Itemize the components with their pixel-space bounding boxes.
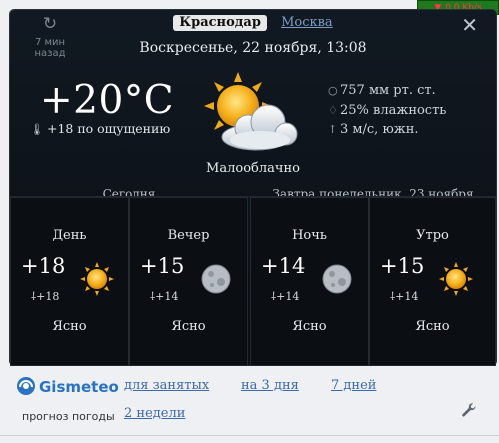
forecast-temp: +14 [261, 254, 306, 278]
link-3-days[interactable]: на 3 дня [241, 378, 299, 393]
gismeteo-widget: ▼ 0,0 Kb/s ↻ 7 мин назад Краснодар Москв… [0, 0, 499, 443]
forecast-period: Вечер [167, 228, 210, 243]
city-selector: Краснодар Москва [10, 15, 496, 31]
close-icon[interactable]: ✕ [461, 13, 478, 37]
logo-subtitle: прогноз погоды [22, 410, 115, 423]
forecast-grid: День +18 ⸸+18 Ясно Вечер +15 ⸸+14 Ясно Н… [10, 196, 496, 366]
forecast-feels: ⸸+14 [390, 290, 419, 303]
sun-icon [439, 262, 473, 296]
feels-like: 🌡 +18 по ощущению [30, 121, 171, 136]
humidity-row: ♢ 25% влажность [328, 101, 446, 121]
link-for-busy[interactable]: для занятых [124, 378, 209, 393]
forecast-feels: ⸸+14 [150, 290, 179, 303]
forecast-feels: ⸸+14 [271, 290, 300, 303]
footer: Gismeteo прогноз погоды для занятых на 3… [0, 365, 499, 443]
city-active-tab[interactable]: Краснодар [173, 15, 267, 31]
moon-icon [322, 264, 352, 294]
forecast-temp: +15 [140, 254, 185, 278]
link-2-weeks[interactable]: 2 недели [124, 406, 185, 421]
partly-cloudy-icon [204, 72, 298, 151]
pressure-row: ○ 757 мм рт. ст. [328, 81, 446, 101]
link-7-days[interactable]: 7 дней [331, 378, 376, 393]
current-condition: Малооблачно [206, 161, 300, 176]
current-datetime: Воскресенье, 22 ноября, 13:08 [139, 40, 367, 56]
humidity-icon: ♢ [328, 103, 338, 117]
moon-icon [201, 264, 231, 294]
forecast-state: Ясно [415, 319, 450, 334]
forecast-temp: +15 [380, 254, 425, 278]
forecast-temp: +18 [21, 254, 66, 278]
wrench-icon[interactable] [461, 402, 477, 418]
forecast-cell-night: Ночь +14 ⸸+14 Ясно [250, 197, 369, 366]
sun-icon [80, 262, 114, 296]
current-temperature: +20°C [40, 78, 175, 123]
wind-row: ↑ 3 м/с, южн. [328, 120, 446, 140]
forecast-state: Ясно [52, 319, 87, 334]
forecast-state: Ясно [171, 319, 206, 334]
bottom-divider [0, 435, 499, 436]
svg-text:Gismeteo: Gismeteo [39, 378, 119, 396]
forecast-feels: ⸸+18 [31, 290, 60, 303]
current-stats: ○ 757 мм рт. ст. ♢ 25% влажность ↑ 3 м/с, ю… [328, 81, 446, 140]
forecast-cell-morning: Утро +15 ⸸+14 Ясно [369, 197, 496, 366]
forecast-cell-day: День +18 ⸸+18 Ясно [10, 197, 129, 366]
weather-panel: ↻ 7 мин назад Краснодар Москва ✕ Воскрес… [10, 10, 496, 366]
forecast-state: Ясно [292, 319, 327, 334]
wind-arrow-icon: ↑ [328, 123, 338, 136]
forecast-period: День [52, 228, 87, 243]
forecast-period: Ночь [292, 228, 327, 243]
pressure-icon: ○ [328, 84, 338, 97]
city-link-moscow[interactable]: Москва [281, 15, 333, 30]
thermometer-icon: 🌡 [30, 123, 44, 136]
forecast-period: Утро [416, 228, 449, 243]
gismeteo-logo[interactable]: Gismeteo [15, 373, 125, 399]
forecast-cell-evening: Вечер +15 ⸸+14 Ясно [129, 197, 248, 366]
